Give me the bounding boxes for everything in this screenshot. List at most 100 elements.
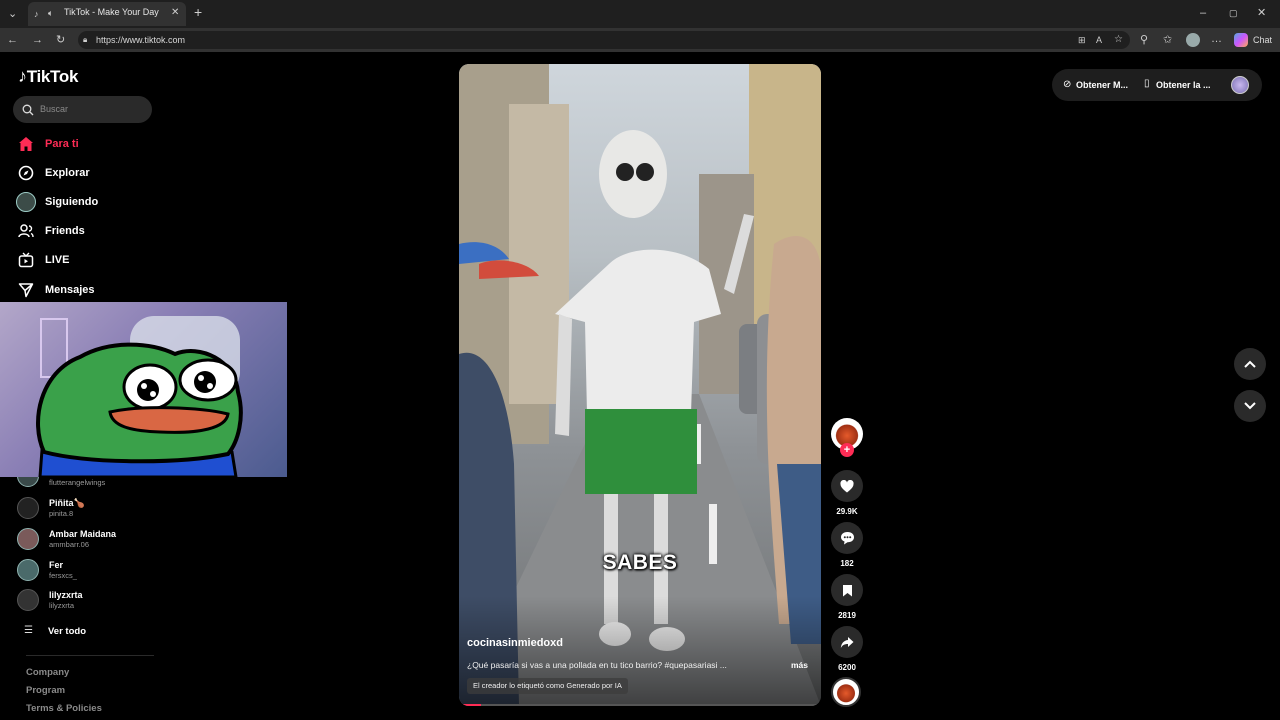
friends-icon: [18, 224, 34, 238]
search-icon: [22, 104, 34, 116]
comment-icon: [840, 532, 854, 545]
save-count: 2819: [838, 611, 856, 620]
creator-avatar-button[interactable]: +: [831, 418, 863, 457]
nav-explorar[interactable]: Explorar: [16, 162, 166, 184]
footer-company[interactable]: Company: [26, 667, 69, 678]
comment-circle: [831, 522, 863, 554]
like-count: 29.9K: [836, 507, 858, 516]
account-username: fersxcs_: [49, 571, 77, 580]
new-tab-icon[interactable]: +: [194, 5, 202, 19]
following-avatar-icon: [16, 192, 36, 212]
comment-button[interactable]: 182: [831, 522, 863, 568]
chevron-up-icon: [1244, 360, 1256, 368]
comment-count: 182: [840, 559, 854, 568]
speaker-icon[interactable]: 🔈︎: [48, 7, 53, 19]
url-field[interactable]: 🔒︎ https://www.tiktok.com ⊞ A ☆: [78, 31, 1130, 49]
following-account[interactable]: Ambar Maidana ammbarr.06: [17, 526, 167, 554]
bookmark-icon: [842, 584, 852, 596]
video-caption: SABES: [602, 551, 678, 574]
following-account[interactable]: Fer fersxcs_: [17, 557, 167, 585]
see-all-label: Ver todo: [48, 626, 87, 637]
favorite-star-icon[interactable]: ☆: [1114, 34, 1123, 46]
avatar: [17, 528, 39, 550]
nav-label-friends: Friends: [45, 225, 85, 237]
browser-tab[interactable]: ♪ 🔈︎ TikTok - Make Your Day ✕: [28, 2, 186, 26]
extensions-icon[interactable]: ⚲: [1140, 34, 1148, 46]
footer-terms[interactable]: Terms & Policies: [26, 703, 102, 714]
url-text: https://www.tiktok.com: [96, 35, 186, 45]
nav-friends[interactable]: Friends: [16, 220, 166, 242]
favorites-icon[interactable]: ✩: [1163, 34, 1172, 46]
send-icon: [18, 283, 34, 298]
tiktok-page: ♪TikTok Buscar Para ti Explorar Siguiend…: [0, 52, 1280, 720]
restore-icon[interactable]: ▢: [1229, 7, 1238, 19]
share-button[interactable]: 6200: [831, 626, 863, 672]
sidebar-divider: [26, 655, 154, 656]
reload-icon[interactable]: ↻: [56, 34, 65, 46]
account-name: Piñita🍗: [49, 498, 85, 508]
search-placeholder: Buscar: [40, 104, 69, 114]
live-icon: [18, 252, 34, 268]
more-link[interactable]: más: [791, 660, 808, 670]
previous-video-button[interactable]: [1234, 348, 1266, 380]
nav-mensajes[interactable]: Mensajes: [16, 279, 166, 301]
forward-icon[interactable]: →: [32, 34, 43, 46]
tiktok-note-icon: ♪: [18, 66, 27, 86]
like-circle: [831, 470, 863, 502]
coins-icon: ⊘: [1063, 79, 1072, 90]
search-input[interactable]: Buscar: [13, 96, 152, 123]
account-username: flutterangelwings: [49, 478, 106, 487]
tab-close-icon[interactable]: ✕: [171, 7, 179, 19]
nav-label-siguiendo: Siguiendo: [45, 196, 99, 208]
save-button[interactable]: 2819: [831, 574, 863, 620]
following-account[interactable]: Piñita🍗 pinita.8: [17, 495, 167, 523]
nav-label-live: LIVE: [45, 254, 70, 266]
nav-siguiendo[interactable]: Siguiendo: [16, 191, 166, 213]
account-name: Ambar Maidana: [49, 529, 117, 539]
profile-avatar[interactable]: [1186, 33, 1200, 47]
tiktok-favicon-icon: ♪: [34, 9, 39, 19]
tiktok-logo[interactable]: ♪TikTok: [18, 66, 78, 87]
user-avatar[interactable]: [1231, 76, 1249, 94]
nav-live[interactable]: LIVE: [16, 249, 166, 271]
tab-title: TikTok - Make Your Day: [64, 7, 159, 17]
music-disc-button[interactable]: [831, 677, 863, 707]
nav-para-ti[interactable]: Para ti: [16, 133, 166, 155]
top-right-actions: ⊘ Obtener M... ▯ Obtener la ...: [1052, 69, 1262, 101]
avatar: [17, 559, 39, 581]
get-app-button[interactable]: Obtener la ...: [1156, 80, 1211, 90]
ai-generated-label: El creador lo etiquetó como Generado por…: [467, 678, 628, 694]
lock-icon: 🔒︎: [83, 35, 88, 44]
window-close-icon[interactable]: ✕: [1257, 7, 1266, 19]
get-coins-button[interactable]: Obtener M...: [1076, 80, 1128, 90]
music-disc-icon: [831, 677, 861, 707]
copilot-icon[interactable]: [1234, 33, 1248, 47]
home-icon: [19, 137, 33, 151]
following-account[interactable]: lilyzxrta lilyzxrta: [17, 587, 167, 615]
nav-label-para-ti: Para ti: [45, 138, 79, 150]
video-author[interactable]: cocinasinmiedoxd: [467, 637, 563, 649]
streamer-overlay-image: [0, 302, 287, 477]
progress-fill: [459, 704, 481, 706]
minimize-icon[interactable]: –: [1200, 7, 1206, 19]
more-icon[interactable]: …: [1211, 33, 1222, 45]
chat-label[interactable]: Chat: [1253, 35, 1272, 45]
browser-tab-bar: ⌄ ♪ 🔈︎ TikTok - Make Your Day ✕ + – ▢ ✕: [0, 0, 1280, 28]
back-icon[interactable]: ←: [7, 34, 18, 46]
app-icon[interactable]: ⊞: [1078, 34, 1086, 46]
like-button[interactable]: 29.9K: [831, 470, 863, 516]
nav-label-mensajes: Mensajes: [45, 284, 95, 296]
see-all-link[interactable]: ☰ Ver todo: [17, 622, 167, 650]
account-username: lilyzxrta: [49, 601, 75, 610]
share-count: 6200: [838, 663, 856, 672]
follow-plus-icon[interactable]: +: [840, 443, 854, 457]
avatar: [17, 497, 39, 519]
video-player[interactable]: SABES cocinasinmiedoxd ¿Qué pasaría si v…: [459, 64, 821, 706]
tab-list-icon[interactable]: ⌄: [8, 8, 17, 20]
share-circle: [831, 626, 863, 658]
footer-program[interactable]: Program: [26, 685, 65, 696]
address-bar: ← → ↻ 🔒︎ https://www.tiktok.com ⊞ A ☆ ⚲ …: [0, 28, 1280, 52]
translate-icon[interactable]: A: [1096, 34, 1102, 46]
next-video-button[interactable]: [1234, 390, 1266, 422]
progress-bar[interactable]: [459, 704, 821, 706]
